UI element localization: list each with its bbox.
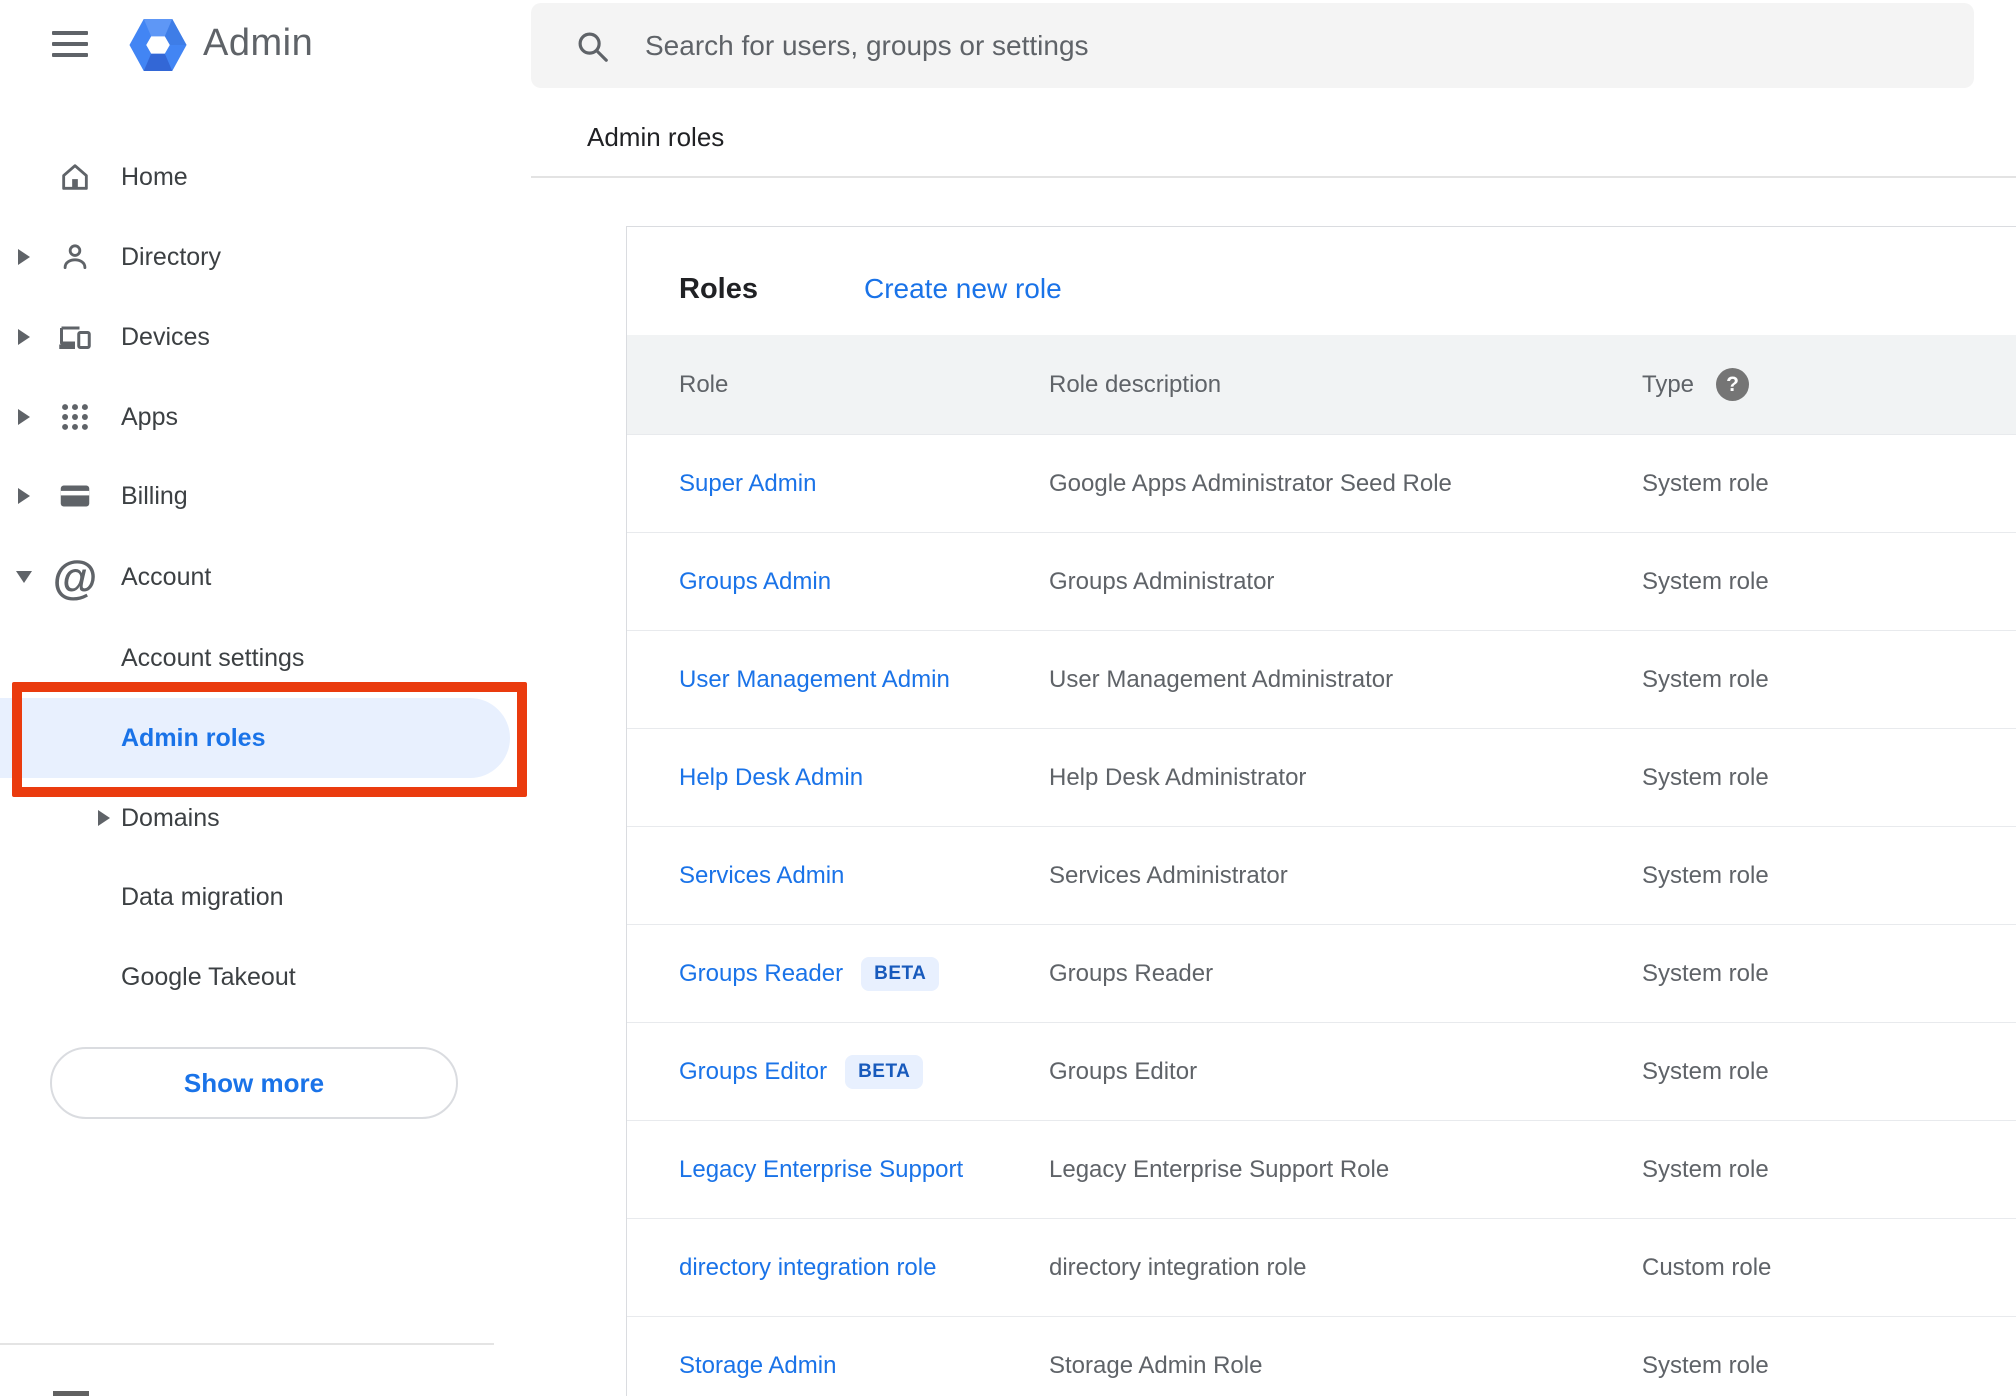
role-description: Legacy Enterprise Support Role (1049, 1155, 1390, 1183)
beta-badge: BETA (861, 956, 940, 991)
credit-card-icon (55, 476, 95, 516)
expand-right-icon[interactable] (18, 409, 30, 425)
role-type: System role (1642, 1057, 1769, 1085)
role-description: Services Administrator (1049, 861, 1288, 889)
role-type: System role (1642, 763, 1769, 791)
role-description: directory integration role (1049, 1253, 1307, 1281)
role-link[interactable]: Services Admin (679, 862, 844, 890)
roles-card-header: Roles Create new role (627, 227, 2016, 335)
role-type: System role (1642, 1351, 1769, 1379)
role-description: Groups Reader (1049, 959, 1214, 987)
beta-badge: BETA (845, 1054, 924, 1089)
sidebar-item-data-migration[interactable]: Data migration (0, 857, 531, 937)
role-description: Help Desk Administrator (1049, 763, 1307, 791)
sidebar-item-account[interactable]: @ Account (0, 537, 531, 617)
role-link[interactable]: directory integration role (679, 1254, 936, 1282)
expand-right-icon[interactable] (18, 249, 30, 265)
sidebar-item-home[interactable]: Home (0, 137, 531, 217)
role-type: System role (1642, 1155, 1769, 1183)
menu-icon[interactable] (52, 31, 88, 57)
table-row: Help Desk Admin Help Desk Administrator … (627, 728, 2016, 826)
role-link[interactable]: Groups Admin (679, 568, 831, 596)
breadcrumb-divider (531, 176, 2016, 178)
partial-bottom-icon (53, 1391, 89, 1396)
sidebar-item-directory[interactable]: Directory (0, 217, 531, 297)
column-type: Type ? (1642, 368, 2016, 401)
sidebar-item-google-takeout[interactable]: Google Takeout (0, 937, 531, 1017)
role-description: User Management Administrator (1049, 665, 1394, 693)
table-row: Storage Admin Storage Admin Role System … (627, 1316, 2016, 1396)
expand-right-icon[interactable] (98, 810, 110, 826)
roles-title: Roles (679, 272, 758, 305)
collapse-down-icon[interactable] (16, 571, 32, 583)
sidebar-item-billing[interactable]: Billing (0, 456, 531, 536)
role-type: System role (1642, 861, 1769, 889)
table-column-header: Role Role description Type ? (627, 335, 2016, 434)
role-link[interactable]: Help Desk Admin (679, 764, 863, 792)
roles-card: Roles Create new role Role Role descript… (626, 226, 2016, 1396)
at-sign-icon: @ (52, 551, 98, 603)
search-bar (531, 3, 1974, 88)
product-name: Admin (203, 22, 314, 64)
table-row: User Management Admin User Management Ad… (627, 630, 2016, 728)
devices-icon (55, 317, 95, 357)
sidebar-divider (0, 1343, 494, 1345)
apps-grid-icon (55, 397, 95, 437)
sidebar-item-account-settings[interactable]: Account settings (0, 618, 531, 698)
role-link[interactable]: Groups Editor (679, 1058, 827, 1086)
sidebar-item-admin-roles[interactable]: Admin roles (0, 698, 531, 778)
expand-right-icon[interactable] (18, 329, 30, 345)
role-description: Storage Admin Role (1049, 1351, 1263, 1379)
sidebar-item-devices[interactable]: Devices (0, 297, 531, 377)
table-row: Groups Reader BETA Groups Reader System … (627, 924, 2016, 1022)
role-link[interactable]: Storage Admin (679, 1352, 836, 1380)
role-type: System role (1642, 567, 1769, 595)
home-icon (55, 157, 95, 197)
breadcrumb: Admin roles (587, 122, 725, 152)
role-type: Custom role (1642, 1253, 1772, 1281)
role-link[interactable]: User Management Admin (679, 666, 950, 694)
person-icon (55, 237, 95, 277)
table-row: Legacy Enterprise Support Legacy Enterpr… (627, 1120, 2016, 1218)
role-type: System role (1642, 959, 1769, 987)
column-role: Role (679, 370, 729, 398)
table-row: Services Admin Services Administrator Sy… (627, 826, 2016, 924)
table-row: Groups Editor BETA Groups Editor System … (627, 1022, 2016, 1120)
help-icon[interactable]: ? (1716, 368, 1750, 401)
sidebar: Admin Home Directory Devices Apps Billin… (0, 0, 531, 1396)
admin-logo-icon[interactable] (127, 14, 189, 76)
table-row: directory integration role directory int… (627, 1218, 2016, 1316)
create-new-role-link[interactable]: Create new role (864, 273, 1062, 305)
column-role-description: Role description (1049, 370, 1222, 398)
table-row: Super Admin Google Apps Administrator Se… (627, 434, 2016, 532)
search-input[interactable] (531, 3, 1974, 88)
expand-right-icon[interactable] (18, 488, 30, 504)
google-admin-console: Admin Home Directory Devices Apps Billin… (0, 0, 2016, 1396)
show-more-button[interactable]: Show more (50, 1047, 458, 1119)
role-description: Google Apps Administrator Seed Role (1049, 469, 1452, 497)
table-row: Groups Admin Groups Administrator System… (627, 532, 2016, 630)
role-link[interactable]: Groups Reader (679, 960, 843, 988)
role-type: System role (1642, 665, 1769, 693)
role-description: Groups Administrator (1049, 567, 1275, 595)
sidebar-item-apps[interactable]: Apps (0, 377, 531, 457)
role-description: Groups Editor (1049, 1057, 1198, 1085)
role-link[interactable]: Legacy Enterprise Support (679, 1156, 963, 1184)
role-type: System role (1642, 469, 1769, 497)
sidebar-item-domains[interactable]: Domains (0, 778, 531, 858)
role-link[interactable]: Super Admin (679, 470, 816, 498)
